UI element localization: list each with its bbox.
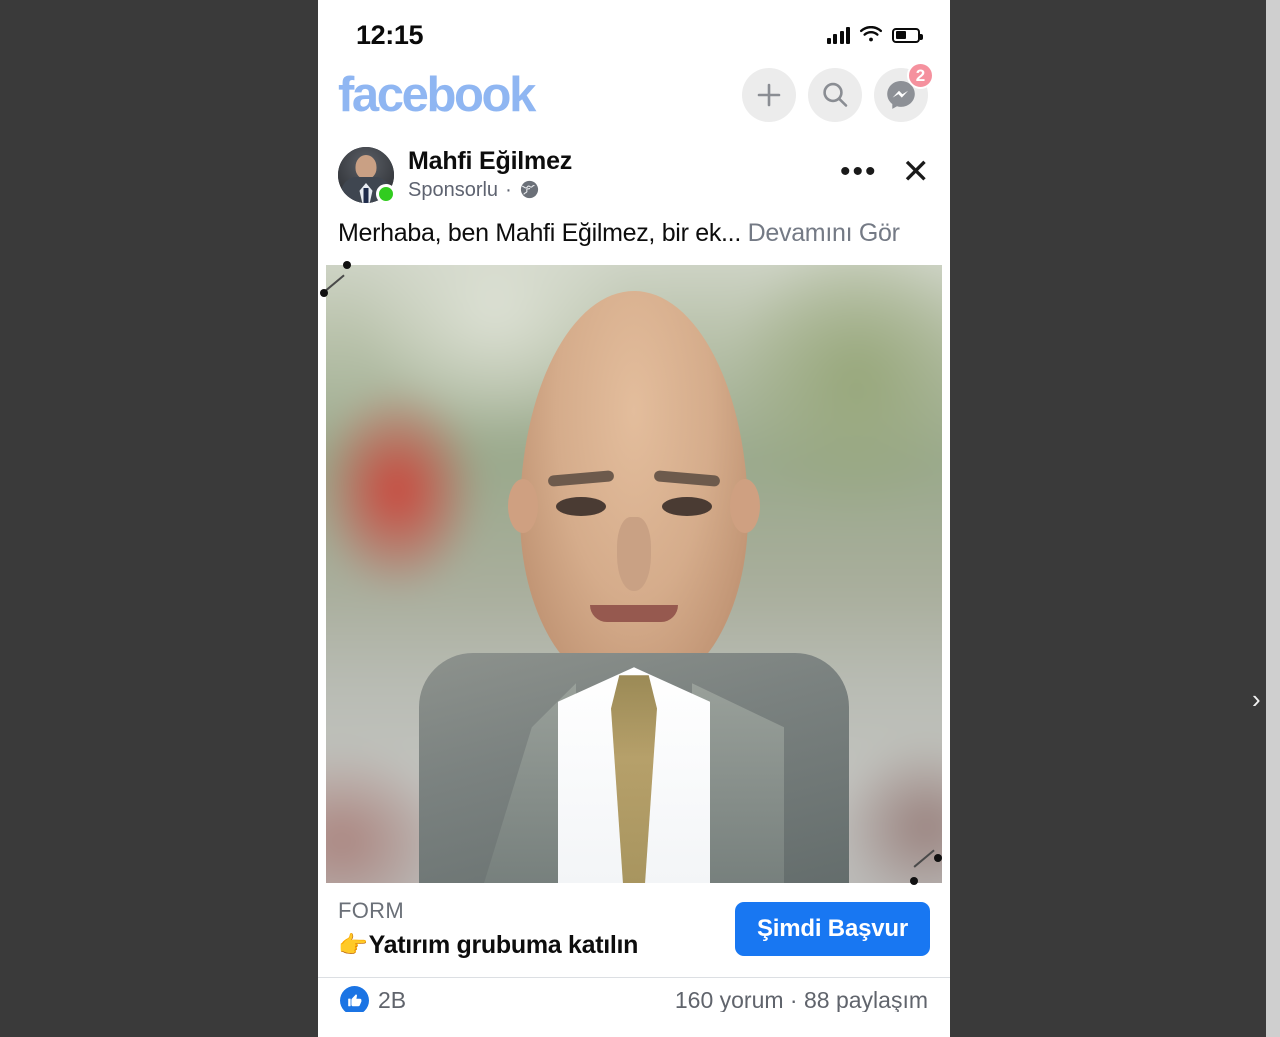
cta-title: Yatırım grubuma katılın xyxy=(368,930,639,959)
avatar[interactable] xyxy=(338,147,396,204)
chevron-right-icon[interactable]: › xyxy=(1252,682,1270,716)
online-status-dot xyxy=(376,184,396,204)
messenger-button[interactable]: 2 xyxy=(874,62,934,122)
right-edge-strip xyxy=(1266,0,1280,1037)
cellular-signal-icon xyxy=(826,26,850,44)
phone-screen: 12:15 facebook 2 Mahfi Eğilmez Sponsorlu… xyxy=(318,0,950,1037)
post-subtitle: Sponsorlu · xyxy=(408,177,840,203)
plus-icon xyxy=(757,83,781,107)
cta-text-block: FORM 👉 Yatırım grubuma katılın xyxy=(338,897,638,961)
apply-now-button[interactable]: Şimdi Başvur xyxy=(735,902,930,957)
see-more-link[interactable]: Devamını Gör xyxy=(748,219,900,247)
wifi-icon xyxy=(860,26,882,42)
status-time: 12:15 xyxy=(356,19,424,50)
pointing-hand-icon: 👉 xyxy=(338,931,368,959)
search-icon xyxy=(823,82,848,107)
search-button[interactable] xyxy=(808,68,862,122)
subtitle-separator: · xyxy=(505,178,512,201)
reactions-group[interactable]: 2B xyxy=(340,985,407,1013)
header-actions: 2 xyxy=(742,62,934,122)
globe-icon xyxy=(520,181,538,199)
post-media-zone xyxy=(318,261,950,886)
cta-row: FORM 👉 Yatırım grubuma katılın Şimdi Başv… xyxy=(318,883,950,979)
more-options-icon[interactable]: ••• xyxy=(840,157,878,187)
photo-subject xyxy=(326,265,942,884)
create-button[interactable] xyxy=(742,68,796,122)
post-image[interactable] xyxy=(326,265,942,884)
post-tools: ••• ✕ xyxy=(840,155,930,195)
close-icon[interactable]: ✕ xyxy=(902,155,931,189)
status-bar: 12:15 xyxy=(318,0,950,58)
cta-title-row: 👉 Yatırım grubuma katılın xyxy=(338,929,638,962)
post-author-block: Mahfi Eğilmez Sponsorlu · xyxy=(408,147,840,203)
status-icons xyxy=(826,26,923,44)
battery-icon xyxy=(892,27,923,43)
cta-kicker: FORM xyxy=(338,898,404,924)
comments-shares-count[interactable]: 160 yorum · 88 paylaşım xyxy=(675,988,928,1012)
post-body-text: Merhaba, ben Mahfi Eğilmez, bir ek... xyxy=(338,219,741,247)
reaction-count: 2B xyxy=(378,986,407,1013)
app-header: facebook 2 xyxy=(318,58,950,136)
facebook-logo[interactable]: facebook xyxy=(338,70,536,120)
sponsored-label: Sponsorlu xyxy=(408,178,499,201)
post-body: Merhaba, ben Mahfi Eğilmez, bir ek... De… xyxy=(318,208,950,265)
engagement-row: 2B 160 yorum · 88 paylaşım xyxy=(318,978,950,1013)
post-author-name[interactable]: Mahfi Eğilmez xyxy=(408,147,840,176)
messenger-unread-badge: 2 xyxy=(907,62,934,89)
post-header: Mahfi Eğilmez Sponsorlu · ••• ✕ xyxy=(318,136,950,208)
like-icon xyxy=(340,985,369,1013)
